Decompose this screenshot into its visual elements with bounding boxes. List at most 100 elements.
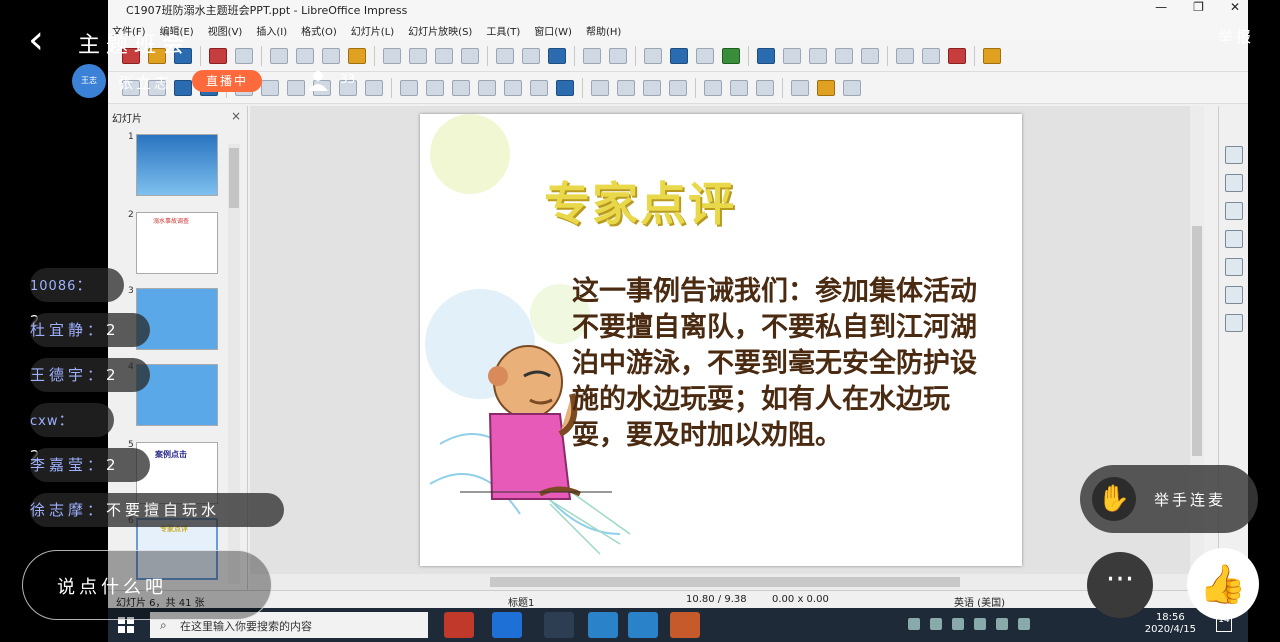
back-icon[interactable]: ‹	[28, 20, 44, 60]
new-slide-icon[interactable]	[896, 47, 914, 64]
media-icon[interactable]	[696, 47, 714, 64]
table-icon[interactable]	[644, 47, 662, 64]
export-pdf-icon[interactable]	[209, 47, 227, 64]
slide-transition-icon[interactable]	[1224, 174, 1243, 192]
scroll-thumb[interactable]	[490, 577, 960, 587]
undo-icon[interactable]	[383, 47, 401, 64]
menu-insert[interactable]: 插入(I)	[256, 23, 287, 38]
duplicate-slide-icon[interactable]	[922, 47, 940, 64]
slide-canvas[interactable]: 专家点评 这一事例告诫我们：参加集体活动不要擅自离队，不要私自到江河湖泊中游泳，…	[420, 114, 1022, 566]
stream-title: 主题班会	[78, 33, 191, 58]
special-character-icon[interactable]	[783, 47, 801, 64]
arrange-icon[interactable]	[643, 79, 661, 96]
print-icon[interactable]	[235, 47, 253, 64]
stars-icon[interactable]	[530, 79, 548, 96]
rotate-icon[interactable]	[591, 79, 609, 96]
tray-icon[interactable]	[952, 618, 964, 630]
styles-icon[interactable]	[1224, 258, 1243, 276]
filter-icon[interactable]	[756, 79, 774, 96]
properties-icon[interactable]	[1224, 146, 1243, 164]
points-icon[interactable]	[791, 79, 809, 96]
fontwork-icon[interactable]	[809, 47, 827, 64]
rectangle-icon[interactable]	[261, 79, 279, 96]
more-button[interactable]: ···	[1087, 552, 1153, 618]
raise-hand-button[interactable]: ✋ 举手连麦	[1080, 465, 1258, 533]
maximize-icon[interactable]: ❐	[1193, 0, 1204, 14]
tray-icon[interactable]	[908, 618, 920, 630]
cut-icon[interactable]	[270, 47, 288, 64]
tray-icon[interactable]	[974, 618, 986, 630]
basic-shapes-icon[interactable]	[400, 79, 418, 96]
impress-app-icon[interactable]	[544, 612, 574, 638]
thumbs-up-icon[interactable]: 👍	[1187, 548, 1259, 620]
start-current-slide-icon[interactable]	[609, 47, 627, 64]
grid-icon[interactable]	[496, 47, 514, 64]
taskbar-app-icon[interactable]	[670, 612, 700, 638]
spelling-icon[interactable]	[461, 47, 479, 64]
avatar[interactable]: 王志	[72, 64, 106, 98]
minimize-icon[interactable]: —	[1155, 0, 1167, 14]
menu-help[interactable]: 帮助(H)	[586, 23, 621, 38]
separator	[974, 45, 975, 66]
block-arrows-icon[interactable]	[452, 79, 470, 96]
chart-icon[interactable]	[722, 47, 740, 64]
3d-objects-icon[interactable]	[556, 79, 574, 96]
slide-thumbnail-2[interactable]: 溺水事故调查	[136, 212, 218, 274]
taskbar-app-icon[interactable]	[588, 612, 618, 638]
copy-icon[interactable]	[296, 47, 314, 64]
crop-icon[interactable]	[730, 79, 748, 96]
distribute-icon[interactable]	[669, 79, 687, 96]
clone-formatting-icon[interactable]	[348, 47, 366, 64]
horizontal-scrollbar[interactable]	[250, 574, 1204, 590]
gallery-icon[interactable]	[1224, 286, 1243, 304]
menu-window[interactable]: 窗口(W)	[534, 23, 572, 38]
scroll-thumb[interactable]	[229, 148, 239, 208]
language-status[interactable]: 英语 (美国)	[954, 594, 1005, 609]
edge-browser-icon[interactable]	[492, 612, 522, 638]
taskbar-app-icon[interactable]	[628, 612, 658, 638]
chat-user: 徐志摩	[30, 501, 88, 519]
shadow-icon[interactable]	[704, 79, 722, 96]
display-views-icon[interactable]	[522, 47, 540, 64]
align-icon[interactable]	[617, 79, 635, 96]
callout-icon[interactable]	[504, 79, 522, 96]
master-slide-icon[interactable]	[548, 47, 566, 64]
paste-icon[interactable]	[322, 47, 340, 64]
flowchart-icon[interactable]	[478, 79, 496, 96]
menu-tools[interactable]: 工具(T)	[486, 23, 520, 38]
text-box-icon[interactable]	[757, 47, 775, 64]
menu-format[interactable]: 格式(O)	[301, 23, 337, 38]
delete-slide-icon[interactable]	[948, 47, 966, 64]
start-first-slide-icon[interactable]	[583, 47, 601, 64]
network-icon[interactable]	[996, 618, 1008, 630]
menu-slide[interactable]: 幻灯片(L)	[351, 23, 394, 38]
master-slides-icon[interactable]	[1224, 230, 1243, 248]
close-icon[interactable]: ×	[231, 109, 241, 123]
clock[interactable]: 18:56 2020/4/15	[1145, 612, 1196, 636]
slide-layout-icon[interactable]	[983, 47, 1001, 64]
ellipse-icon[interactable]	[287, 79, 305, 96]
image-icon[interactable]	[670, 47, 688, 64]
symbol-shapes-icon[interactable]	[426, 79, 444, 96]
chat-input[interactable]: 说点什么吧	[22, 550, 272, 620]
wps-app-icon[interactable]	[444, 612, 474, 638]
glue-points-icon[interactable]	[817, 79, 835, 96]
slide-thumbnail-3[interactable]	[136, 288, 218, 350]
line-color-icon[interactable]	[174, 79, 192, 96]
menu-view[interactable]: 视图(V)	[208, 23, 243, 38]
toggle-extrusion-icon[interactable]	[843, 79, 861, 96]
volume-icon[interactable]	[1018, 618, 1030, 630]
hyperlink-icon[interactable]	[835, 47, 853, 64]
redo-icon[interactable]	[409, 47, 427, 64]
find-replace-icon[interactable]	[435, 47, 453, 64]
interaction-icon[interactable]	[861, 47, 879, 64]
connector-icon[interactable]	[365, 79, 383, 96]
navigator-icon[interactable]	[1224, 314, 1243, 332]
scroll-thumb[interactable]	[1192, 226, 1202, 456]
tray-icon[interactable]	[930, 618, 942, 630]
close-icon[interactable]: ✕	[1230, 0, 1240, 14]
report-button[interactable]: 举报	[1218, 26, 1254, 47]
menu-slideshow[interactable]: 幻灯片放映(S)	[408, 23, 472, 38]
animation-icon[interactable]	[1224, 202, 1243, 220]
slide-thumbnail-1[interactable]	[136, 134, 218, 196]
